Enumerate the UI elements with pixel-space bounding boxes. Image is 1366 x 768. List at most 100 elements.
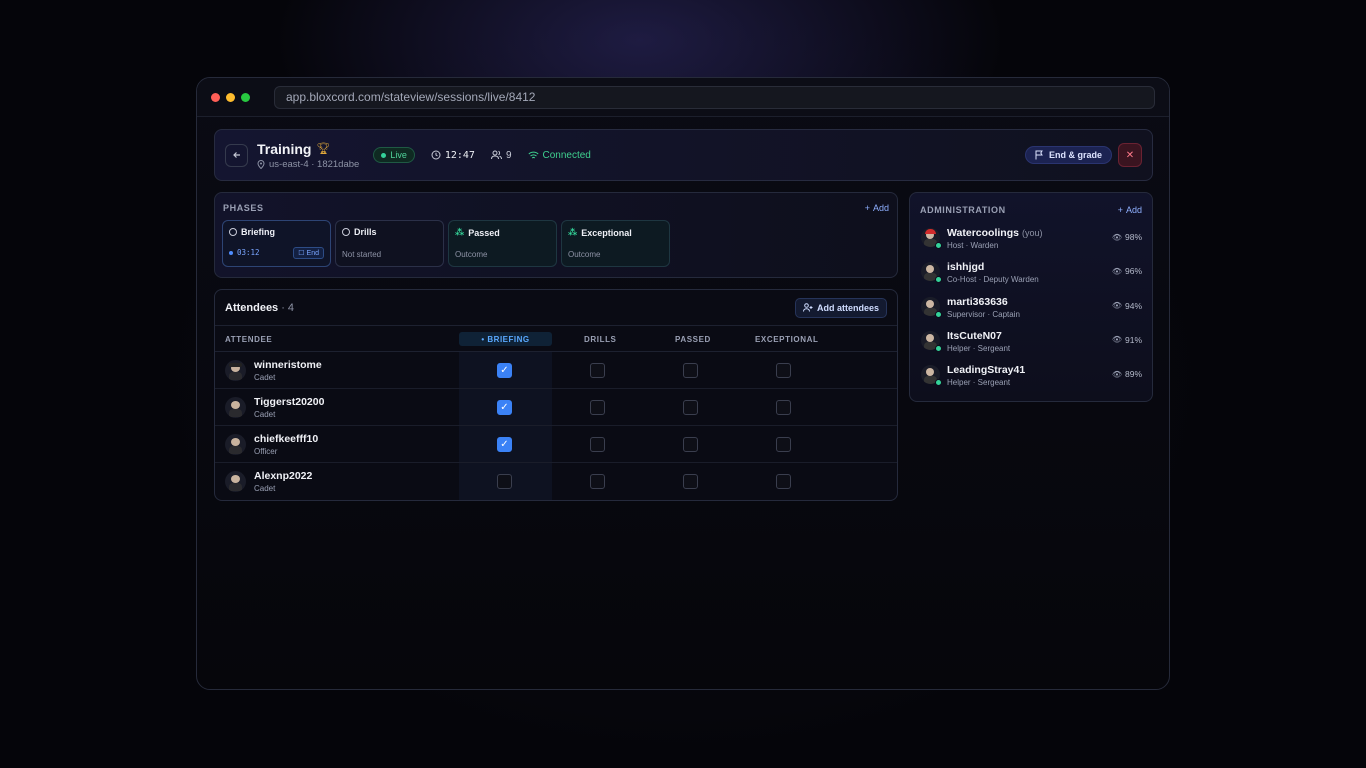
admin-score: 👁︎ 98% xyxy=(1111,232,1142,242)
check-icon: ✓ xyxy=(500,402,509,413)
passed-checkbox[interactable] xyxy=(683,437,698,452)
phase-name: Passed xyxy=(468,227,500,238)
participant-count: 9 xyxy=(490,150,512,161)
eye-icon: 👁︎ xyxy=(1111,266,1122,276)
end-phase-button[interactable]: ☐ End xyxy=(293,247,324,259)
phase-card-exceptional[interactable]: ⁂ Exceptional Outcome xyxy=(561,220,670,267)
phase-status: Outcome xyxy=(568,250,601,259)
circle-icon xyxy=(342,228,350,236)
column-briefing[interactable]: • BRIEFING xyxy=(459,332,552,346)
admin-list: Watercoolings (you) Host · Warden 👁︎ 98% i… xyxy=(910,223,1152,394)
add-attendees-button[interactable]: Add attendees xyxy=(794,297,887,318)
attendee-name: winneristome xyxy=(254,359,322,371)
add-admin-label: Add xyxy=(1125,205,1142,215)
add-phase-button[interactable]: + Add xyxy=(865,203,889,213)
attendee-name: Alexnp2022 xyxy=(254,470,313,482)
admin-list-item[interactable]: ishhjgd Co-Host · Deputy Warden 👁︎ 96% xyxy=(910,257,1152,291)
attendee-name: chiefkeefff10 xyxy=(254,433,319,445)
attendee-role: Cadet xyxy=(254,410,276,419)
clock-icon xyxy=(431,150,441,160)
browser-window: app.bloxcord.com/stateview/sessions/live… xyxy=(196,77,1170,690)
drills-checkbox[interactable] xyxy=(590,363,605,378)
admin-score: 👁︎ 89% xyxy=(1111,369,1142,380)
passed-checkbox[interactable] xyxy=(683,363,698,378)
plus-icon: + xyxy=(864,203,870,213)
online-status-icon xyxy=(935,310,942,318)
phase-card-passed[interactable]: ⁂ Passed Outcome xyxy=(448,220,557,267)
admin-score: 👁︎ 91% xyxy=(1111,334,1142,345)
briefing-checkbox[interactable] xyxy=(497,474,512,489)
timer-value: 12:47 xyxy=(444,149,475,161)
close-session-button[interactable]: ✕ xyxy=(1118,143,1142,167)
trophy-icon: 🏆︎ xyxy=(316,143,331,155)
session-timer: 12:47 xyxy=(431,150,475,161)
admin-list-item[interactable]: marti363636 Supervisor · Captain 👁︎ 94% xyxy=(910,292,1152,326)
back-button[interactable] xyxy=(225,143,248,167)
briefing-checkbox[interactable]: ✓ xyxy=(497,400,512,415)
avatar xyxy=(225,434,246,455)
admin-role: Helper · Sergeant xyxy=(947,378,1011,388)
exceptional-checkbox[interactable] xyxy=(776,363,791,378)
briefing-checkbox[interactable]: ✓ xyxy=(497,363,512,378)
close-icon: ✕ xyxy=(1125,149,1135,161)
phase-name: Briefing xyxy=(241,227,276,237)
sparkle-icon: ⁂ xyxy=(455,227,465,237)
exceptional-checkbox[interactable] xyxy=(776,400,791,415)
running-dot-icon xyxy=(229,250,233,255)
add-phase-label: Add xyxy=(872,203,889,213)
admin-score: 👁︎ 96% xyxy=(1111,266,1142,277)
drills-checkbox[interactable] xyxy=(590,400,605,415)
page-title: Training xyxy=(257,140,312,157)
administration-panel: ADMINISTRATION + Add Watercoolings (you) … xyxy=(909,192,1153,402)
attendee-role: Cadet xyxy=(254,484,276,493)
exceptional-checkbox[interactable] xyxy=(776,474,791,489)
phase-name: Exceptional xyxy=(581,227,632,238)
minimize-window-dot[interactable] xyxy=(226,92,235,102)
admin-name: ishhjgd xyxy=(947,261,985,274)
admin-name: LeadingStray41 xyxy=(947,364,1026,377)
passed-checkbox[interactable] xyxy=(683,474,698,489)
check-icon: ✓ xyxy=(500,365,509,376)
sparkle-icon: ⁂ xyxy=(568,227,578,237)
connection-status-label: Connected xyxy=(542,149,591,161)
column-attendee: ATTENDEE xyxy=(225,335,273,344)
column-drills[interactable]: DRILLS xyxy=(584,335,617,344)
admin-list-item[interactable]: LeadingStray41 Helper · Sergeant 👁︎ 89% xyxy=(910,360,1152,394)
avatar xyxy=(225,360,246,381)
online-status-icon xyxy=(935,379,942,387)
passed-checkbox[interactable] xyxy=(683,400,698,415)
close-window-dot[interactable] xyxy=(211,92,220,102)
attendees-header: Attendees · 4 Add attendees xyxy=(215,290,897,326)
address-bar[interactable]: app.bloxcord.com/stateview/sessions/live… xyxy=(274,85,1155,109)
admin-list-item[interactable]: ItsCuteN07 Helper · Sergeant 👁︎ 91% xyxy=(910,326,1152,360)
phase-time-value: 03:12 xyxy=(237,248,260,257)
admin-list-item[interactable]: Watercoolings (you) Host · Warden 👁︎ 98% xyxy=(910,223,1152,257)
window-controls xyxy=(211,92,250,102)
administration-label: ADMINISTRATION xyxy=(920,205,1006,215)
exceptional-checkbox[interactable] xyxy=(776,437,791,452)
admin-role: Supervisor · Captain xyxy=(947,309,1020,319)
phases-label: PHASES xyxy=(223,203,264,213)
column-passed[interactable]: PASSED xyxy=(675,335,711,344)
phase-name: Drills xyxy=(354,227,377,237)
column-exceptional[interactable]: EXCEPTIONAL xyxy=(755,335,819,344)
drills-checkbox[interactable] xyxy=(590,437,605,452)
add-admin-button[interactable]: + Add xyxy=(1118,205,1142,215)
flag-icon xyxy=(1035,150,1043,160)
phase-card-drills[interactable]: Drills Not started xyxy=(335,220,444,267)
end-and-grade-button[interactable]: End & grade xyxy=(1024,146,1112,164)
attendees-count: · 4 xyxy=(281,301,295,314)
check-icon: ✓ xyxy=(500,439,509,450)
phase-card-briefing[interactable]: Briefing 03:12 ☐ End xyxy=(222,220,331,267)
avatar xyxy=(225,397,246,418)
briefing-checkbox[interactable]: ✓ xyxy=(497,437,512,452)
eye-icon: 👁︎ xyxy=(1111,232,1122,242)
attendee-role: Cadet xyxy=(254,373,276,382)
admin-role: Helper · Sergeant xyxy=(947,343,1011,353)
session-header: Training 🏆︎ us-east-4 · 1821dabe Live 12… xyxy=(214,129,1153,181)
table-row: chiefkeefff10 Officer ✓ xyxy=(215,426,897,463)
drills-checkbox[interactable] xyxy=(590,474,605,489)
phase-status: Outcome xyxy=(455,250,488,259)
phase-timer: 03:12 xyxy=(229,248,260,257)
maximize-window-dot[interactable] xyxy=(241,92,250,102)
